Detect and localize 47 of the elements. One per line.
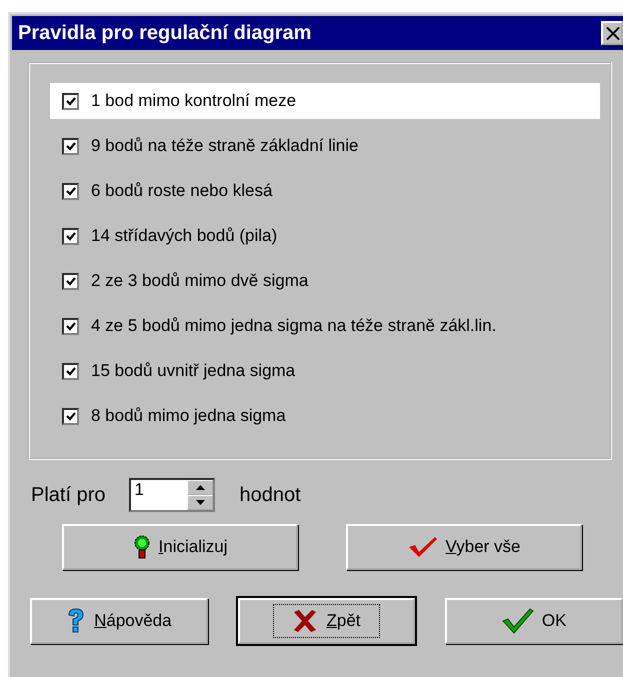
rule-row[interactable]: 9 bodů na téže straně základní linie [50,128,600,164]
cross-icon [292,609,318,633]
applies-label: Platí pro [31,484,106,506]
values-label: hodnot [239,484,301,506]
check-mark-icon [408,536,438,558]
check-mark-icon [502,608,534,634]
checkbox[interactable] [62,228,79,244]
tick-icon [66,142,76,150]
close-button[interactable]: × [601,21,623,45]
rule-row[interactable]: 15 bodů uvnitř jedna sigma [50,353,600,389]
checkbox[interactable] [62,272,79,290]
signal-lamp-icon [132,535,150,559]
rule-row[interactable]: 2 ze 3 bodů mimo dvě sigma [50,263,600,299]
rule-label: 1 bod mimo kontrolní meze [91,91,296,111]
action-button[interactable]: Inicializuj [62,524,298,570]
tick-icon [66,412,76,420]
rule-row[interactable]: 6 bodů roste nebo klesá [50,173,600,209]
rule-row[interactable]: 8 bodů mimo jedna sigma [50,398,600,434]
tick-icon [66,276,76,286]
rule-label: 14 střídavých bodů (pila) [91,226,278,246]
rule-label: 15 bodů uvnitř jedna sigma [91,361,296,381]
window-title: Pravidla pro regulační diagram [17,22,312,44]
tick-icon [66,186,76,196]
rule-label: 2 ze 3 bodů mimo dvě sigma [91,271,308,291]
count-spinner[interactable]: 1 [129,478,216,512]
action-button[interactable]: Vyber vše [346,524,582,570]
dialog-button[interactable]: Nápověda [30,598,208,644]
dialog-button[interactable]: OK [445,598,623,644]
rule-row[interactable]: 4 ze 5 bodů mimo jedna sigma na téže straně zákl.lin. [50,308,600,344]
dialog-button[interactable]: Zpět [238,598,416,644]
checkbox[interactable] [62,408,79,424]
rule-row[interactable]: 14 střídavých bodů (pila) [50,218,600,254]
checkbox[interactable] [62,362,79,380]
checkbox[interactable] [62,138,79,154]
tick-icon [66,96,76,106]
checkbox[interactable] [62,182,79,200]
checkbox[interactable] [62,318,79,334]
rule-label: 8 bodů mimo jedna sigma [91,406,286,426]
tick-icon [66,322,76,330]
question-mark-icon [66,608,86,634]
checkbox[interactable] [62,92,79,110]
rule-label: 9 bodů na téže straně základní linie [91,136,358,156]
tick-icon [66,232,76,240]
rule-row[interactable]: 1 bod mimo kontrolní meze [50,83,600,119]
rule-label: 4 ze 5 bodů mimo jedna sigma na téže straně zákl.lin. [91,316,496,336]
tick-icon [66,366,76,376]
rule-label: 6 bodů roste nebo klesá [91,181,272,201]
